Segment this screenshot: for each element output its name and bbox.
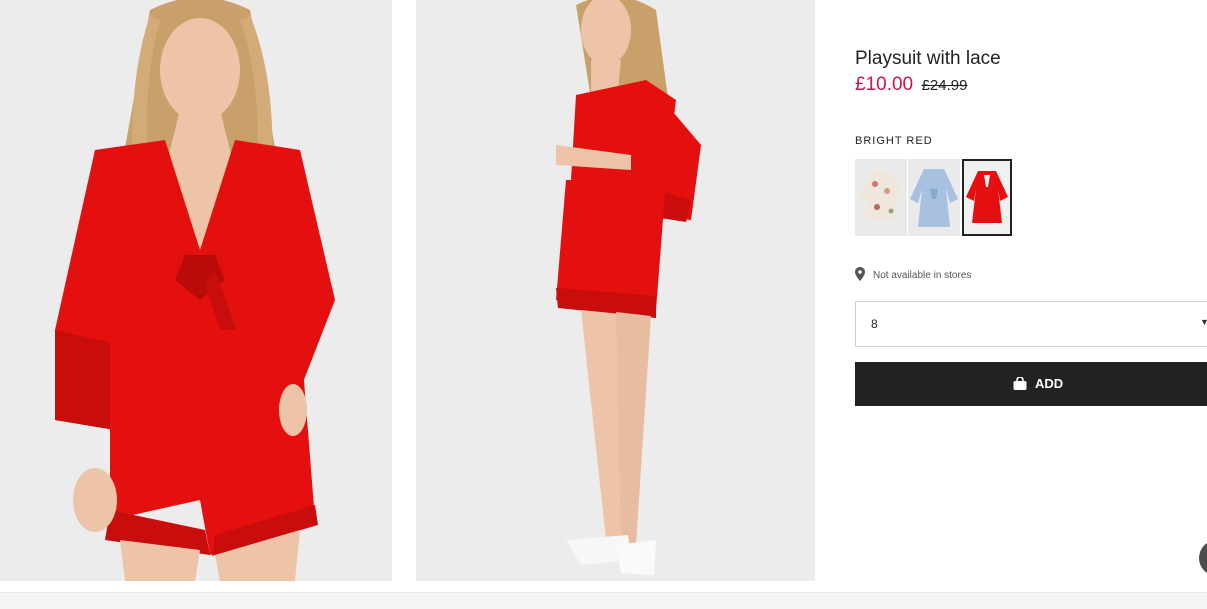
chevron-down-icon: ▼ [1200, 317, 1207, 327]
location-pin-icon [855, 267, 865, 284]
size-select[interactable]: 8 ▼ [855, 301, 1207, 347]
swatch-light-blue[interactable] [908, 159, 960, 236]
add-to-bag-button[interactable]: ADD [855, 362, 1207, 406]
add-button-label: ADD [1035, 376, 1064, 391]
size-select-value: 8 [871, 317, 878, 331]
original-price: £24.99 [921, 77, 968, 94]
product-image-front[interactable] [0, 0, 392, 581]
selected-color-label: BRIGHT RED [855, 135, 933, 147]
swatch-bright-red[interactable] [962, 159, 1012, 236]
store-availability-text: Not available in stores [873, 270, 972, 282]
shopping-bag-icon [1013, 376, 1027, 393]
page-bottom-bar [0, 592, 1207, 609]
product-info-panel: Playsuit with lace £10.00 £24.99 BRIGHT … [855, 0, 1207, 608]
product-title: Playsuit with lace [855, 48, 1001, 69]
store-availability: Not available in stores [855, 267, 971, 284]
price-row: £10.00 £24.99 [855, 74, 967, 96]
product-image-side[interactable] [416, 0, 815, 581]
sale-price: £10.00 [855, 74, 914, 95]
swatch-floral[interactable] [855, 159, 907, 236]
